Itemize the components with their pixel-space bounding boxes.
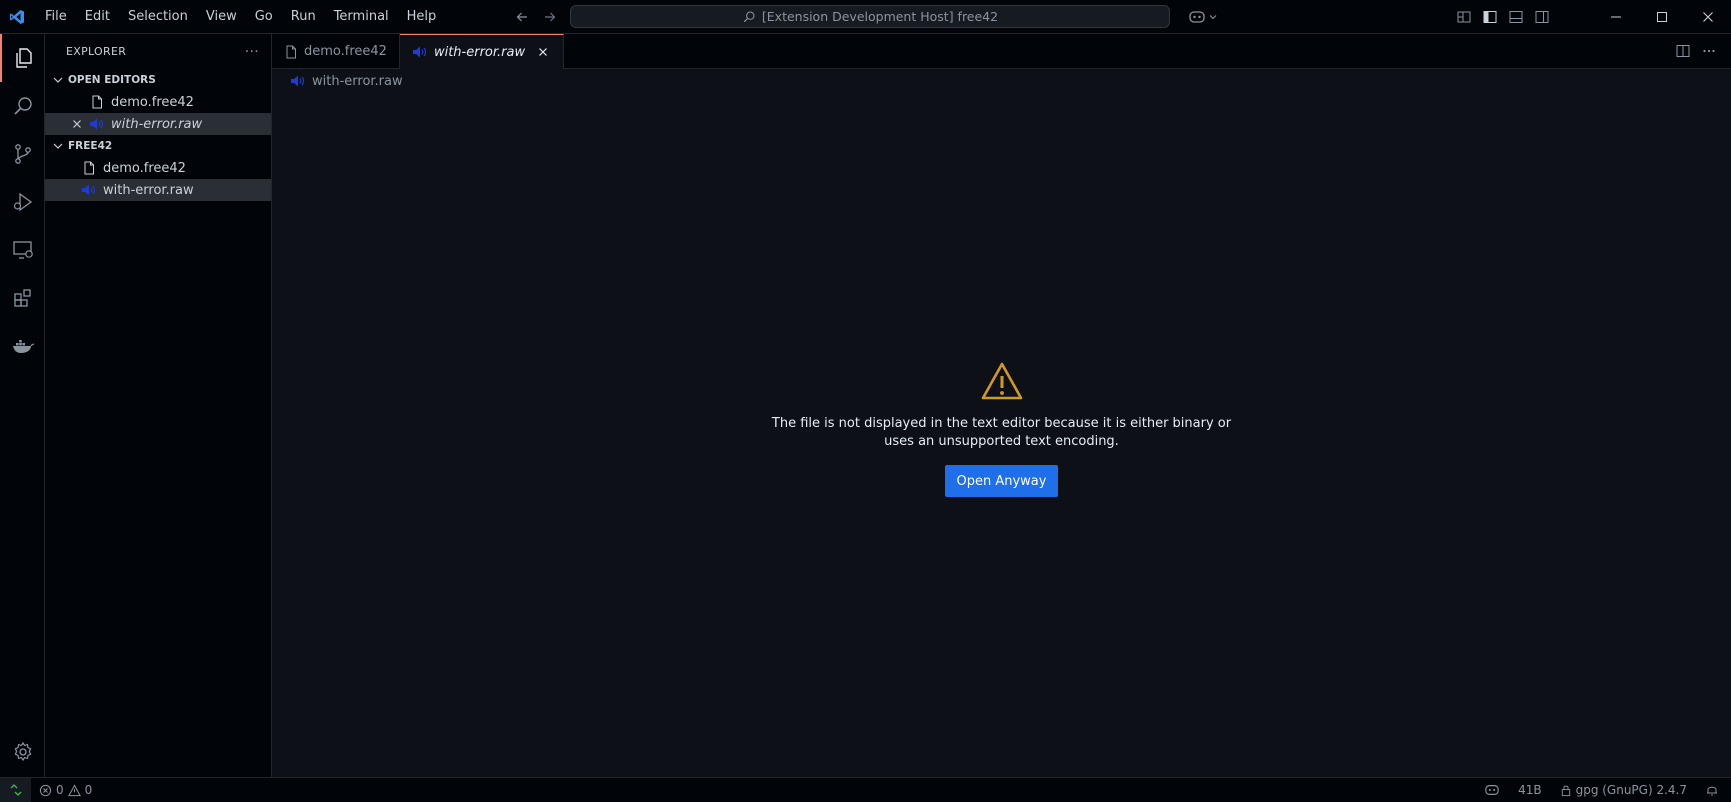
close-icon[interactable]: [69, 116, 85, 132]
warning-count: 0: [84, 783, 93, 797]
menu-help[interactable]: Help: [398, 0, 446, 34]
extensions-icon[interactable]: [0, 274, 45, 322]
binary-file-notice: The file is not displayed in the text ed…: [272, 360, 1731, 497]
run-debug-icon[interactable]: [0, 178, 45, 226]
file-tree-item-selected[interactable]: with-error.raw: [45, 179, 271, 201]
vscode-logo-icon: [0, 0, 34, 34]
file-size[interactable]: 41B: [1518, 783, 1542, 797]
warning-icon: [67, 783, 81, 797]
open-editor-item[interactable]: demo.free42: [45, 91, 271, 113]
editor-tabs: demo.free42 with-error.raw: [272, 34, 1731, 69]
toggle-primary-sidebar-icon[interactable]: [1481, 8, 1499, 26]
copilot-status-icon[interactable]: [1484, 783, 1500, 797]
command-center[interactable]: [Extension Development Host] free42: [570, 5, 1170, 28]
tab-demo[interactable]: demo.free42: [272, 34, 400, 69]
copilot-button[interactable]: [1188, 7, 1218, 27]
navigation-arrows: [512, 0, 560, 34]
close-icon[interactable]: [535, 44, 551, 60]
speaker-icon: [412, 45, 428, 59]
window-controls: [1593, 0, 1731, 34]
chevron-down-icon: [51, 73, 65, 87]
breadcrumb: with-error.raw: [290, 71, 403, 91]
more-actions-icon[interactable]: [1701, 43, 1717, 59]
folder-label: FREE42: [68, 140, 113, 152]
close-window-icon[interactable]: [1685, 0, 1731, 34]
split-editor-icon[interactable]: [1675, 43, 1691, 59]
open-anyway-button[interactable]: Open Anyway: [944, 465, 1059, 497]
chevron-down-icon: [1208, 12, 1218, 22]
chevron-down-icon: [51, 139, 65, 153]
gpg-status[interactable]: gpg (GnuPG) 2.4.7: [1560, 783, 1687, 797]
gear-icon[interactable]: [0, 728, 45, 776]
more-actions-icon[interactable]: ···: [245, 44, 259, 60]
tab-label: with-error.raw: [433, 44, 526, 60]
notifications-bell-icon[interactable]: [1705, 783, 1719, 797]
editor-area: The file is not displayed in the text ed…: [272, 90, 1731, 777]
tab-label: demo.free42: [304, 44, 387, 59]
sidebar-header: EXPLORER ···: [45, 34, 271, 69]
status-bar: 0 0 41B gpg (GnuPG) 2.4.7: [0, 777, 1731, 802]
search-icon: [742, 10, 756, 24]
speaker-icon: [81, 182, 97, 198]
lock-icon: [1560, 784, 1572, 797]
command-center-text: [Extension Development Host] free42: [761, 9, 999, 24]
title-bar: File Edit Selection View Go Run Terminal…: [0, 0, 1731, 34]
open-editor-label: demo.free42: [111, 94, 194, 110]
layout-controls: [1455, 0, 1551, 34]
folder-section[interactable]: FREE42: [45, 135, 271, 157]
open-editor-label: with-error.raw: [111, 116, 203, 132]
open-editors-label: OPEN EDITORS: [68, 74, 156, 86]
error-count: 0: [56, 783, 64, 797]
file-icon: [81, 160, 97, 176]
menu-go[interactable]: Go: [246, 0, 282, 34]
search-icon[interactable]: [0, 82, 45, 130]
copilot-icon: [1188, 9, 1206, 25]
file-tree-label: demo.free42: [103, 160, 186, 176]
minimize-icon[interactable]: [1593, 0, 1639, 34]
file-tree-label: with-error.raw: [103, 182, 194, 198]
warning-icon: [980, 360, 1024, 404]
status-right-items: 41B gpg (GnuPG) 2.4.7: [1484, 778, 1719, 802]
forward-arrow-icon[interactable]: [540, 7, 560, 27]
breadcrumb-item[interactable]: with-error.raw: [312, 74, 403, 89]
docker-icon[interactable]: [0, 322, 45, 370]
activity-bar: [0, 34, 45, 777]
remote-explorer-icon[interactable]: [0, 226, 45, 274]
menu-file[interactable]: File: [36, 0, 76, 34]
menu-bar: File Edit Selection View Go Run Terminal…: [36, 0, 445, 34]
maximize-icon[interactable]: [1639, 0, 1685, 34]
notice-message: The file is not displayed in the text ed…: [771, 416, 1232, 449]
error-icon: [39, 784, 52, 797]
remote-indicator-icon[interactable]: [0, 778, 31, 802]
speaker-icon: [89, 116, 105, 132]
toggle-secondary-sidebar-icon[interactable]: [1533, 8, 1551, 26]
file-tree-item[interactable]: demo.free42: [45, 157, 271, 179]
file-icon: [284, 45, 298, 59]
open-editor-item-active[interactable]: with-error.raw: [45, 113, 271, 135]
tab-with-error[interactable]: with-error.raw: [399, 34, 565, 69]
problems-indicator[interactable]: 0 0: [39, 783, 92, 797]
explorer-sidebar: EXPLORER ··· OPEN EDITORS demo.free42 wi…: [45, 34, 272, 777]
customize-layout-icon[interactable]: [1455, 8, 1473, 26]
toggle-panel-icon[interactable]: [1507, 8, 1525, 26]
menu-selection[interactable]: Selection: [119, 0, 197, 34]
open-editors-section[interactable]: OPEN EDITORS: [45, 69, 271, 91]
source-control-icon[interactable]: [0, 130, 45, 178]
menu-edit[interactable]: Edit: [76, 0, 119, 34]
sidebar-title: EXPLORER: [66, 45, 127, 58]
menu-view[interactable]: View: [197, 0, 246, 34]
explorer-icon[interactable]: [0, 34, 45, 82]
menu-terminal[interactable]: Terminal: [325, 0, 398, 34]
file-icon: [89, 94, 105, 110]
gpg-label: gpg (GnuPG) 2.4.7: [1575, 783, 1687, 797]
back-arrow-icon[interactable]: [512, 7, 532, 27]
menu-run[interactable]: Run: [282, 0, 325, 34]
speaker-icon: [290, 74, 306, 88]
